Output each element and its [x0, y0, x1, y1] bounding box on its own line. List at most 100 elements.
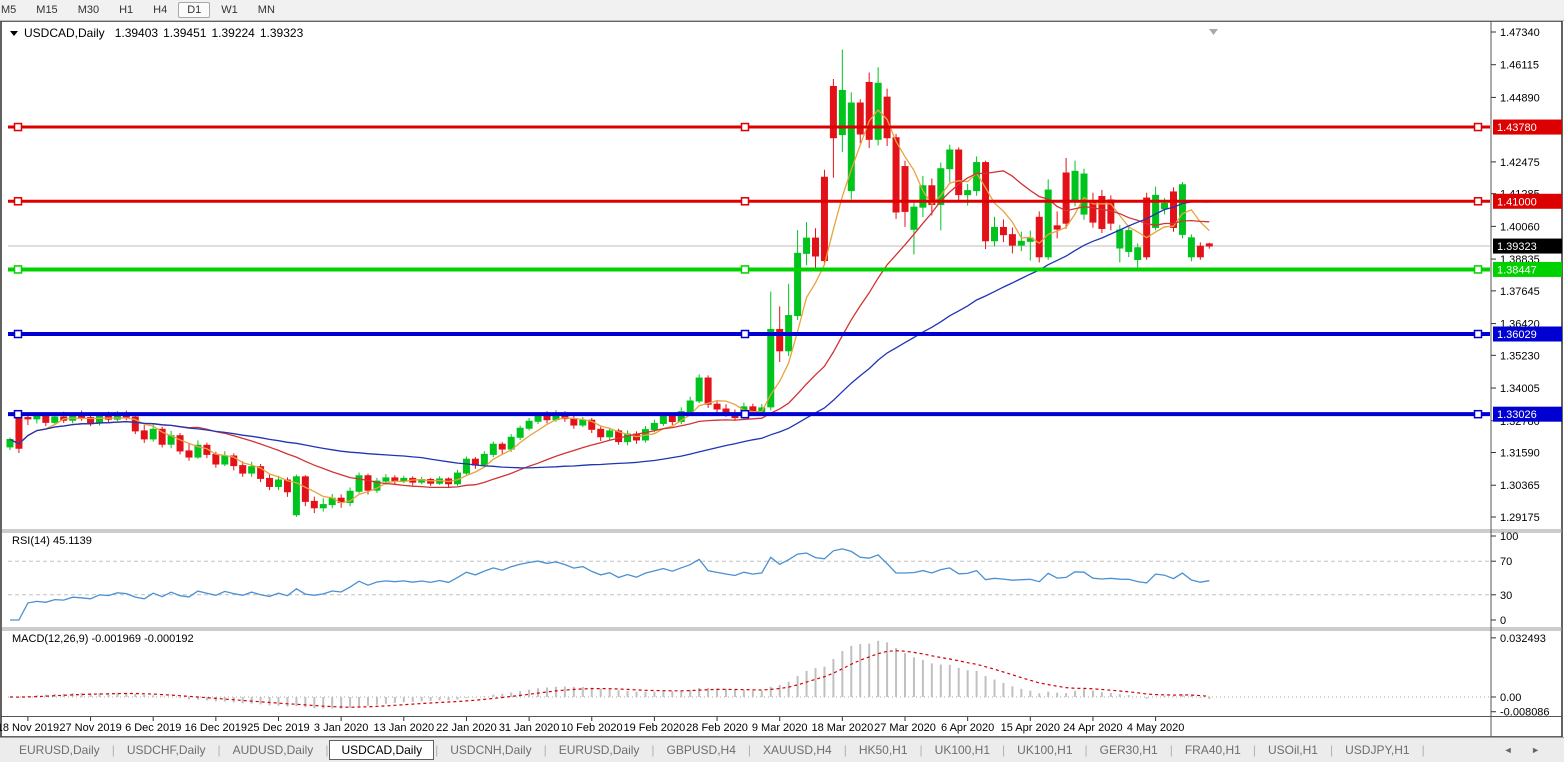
candle-body	[267, 478, 273, 486]
hline-1.38447[interactable]	[8, 266, 1490, 273]
rsi-tick-label: 30	[1500, 590, 1512, 602]
timeframe-button-w1[interactable]: W1	[212, 2, 247, 18]
low-value: 1.39224	[211, 26, 254, 40]
timeframe-button-m30[interactable]: M30	[69, 2, 108, 18]
candle-body	[992, 227, 998, 240]
chart-tab-usdcad-daily[interactable]: USDCAD,Daily	[329, 740, 434, 760]
chart-tab-eurusd-daily[interactable]: EURUSD,Daily	[8, 740, 111, 760]
chart-tab-hk50-h1[interactable]: HK50,H1	[848, 740, 919, 760]
hline-1.36029[interactable]	[8, 331, 1490, 338]
chart-tab-uk100-h1[interactable]: UK100,H1	[924, 740, 1001, 760]
candle-body	[714, 404, 720, 409]
chart-title: USDCAD,Daily 1.394031.394511.392241.3932…	[10, 26, 308, 40]
high-value: 1.39451	[163, 26, 206, 40]
line-handle	[1475, 124, 1482, 131]
price-label-text: 1.33026	[1497, 409, 1537, 421]
chart-tab-ger30-h1[interactable]: GER30,H1	[1089, 740, 1169, 760]
candle-body	[52, 417, 58, 422]
candle-body	[669, 416, 675, 421]
candle-body	[866, 82, 872, 139]
candle-body	[302, 477, 308, 502]
trading-platform-window: { "toolbar": { "periods": ["M5","M15","M…	[0, 0, 1564, 762]
hline-1.41000[interactable]	[8, 198, 1490, 205]
chart-tab-xauusd-h4[interactable]: XAUUSD,H4	[752, 740, 843, 760]
tab-divider: |	[748, 743, 751, 757]
price-tick-label: 1.31590	[1500, 448, 1540, 460]
chart-tab-usdjpy-h1[interactable]: USDJPY,H1	[1334, 740, 1420, 760]
chart-tab-uk100-h1[interactable]: UK100,H1	[1006, 740, 1083, 760]
date-tick-label: 6 Apr 2020	[941, 722, 994, 734]
hline-price-label: 1.38447	[1493, 262, 1562, 277]
date-tick-label: 18 Nov 2019	[0, 722, 59, 734]
tab-scroll-arrows[interactable]: ◄ ►	[1504, 745, 1548, 755]
chart-tab-eurusd-daily[interactable]: EURUSD,Daily	[548, 740, 651, 760]
price-tick-label: 1.42475	[1500, 157, 1540, 169]
price-tick-label: 1.37645	[1500, 286, 1540, 298]
line-handle	[15, 411, 22, 418]
candle-body	[1063, 173, 1069, 223]
candle-body	[1206, 244, 1212, 246]
line-handle	[1475, 266, 1482, 273]
candle-body	[920, 186, 926, 207]
candle-body	[1054, 226, 1060, 229]
date-tick-label: 22 Jan 2020	[436, 722, 497, 734]
tab-divider: |	[1330, 743, 1333, 757]
candle-body	[481, 454, 487, 465]
date-tick-label: 13 Jan 2020	[374, 722, 435, 734]
timeframe-button-m15[interactable]: M15	[27, 2, 66, 18]
hline-1.33026[interactable]	[8, 411, 1490, 418]
chart-canvas[interactable]: 1.473401.461151.448901.424751.412851.400…	[0, 0, 1564, 762]
rsi-tick-label: 70	[1500, 556, 1512, 568]
tab-divider: |	[1170, 743, 1173, 757]
chart-tab-audusd-daily[interactable]: AUDUSD,Daily	[222, 740, 325, 760]
hline-1.43780[interactable]	[8, 124, 1490, 131]
ma-fast-line	[10, 110, 1209, 503]
candle-body	[598, 429, 604, 436]
candle-body	[813, 238, 819, 256]
candle-body	[383, 478, 389, 481]
chart-tab-usoil-h1[interactable]: USOil,H1	[1257, 740, 1329, 760]
price-label-text: 1.41000	[1497, 196, 1537, 208]
candle-body	[660, 416, 666, 423]
line-handle	[1475, 331, 1482, 338]
candle-body	[1144, 198, 1150, 257]
chart-tab-usdchf-daily[interactable]: USDCHF,Daily	[116, 740, 217, 760]
chart-tab-gbpusd-h4[interactable]: GBPUSD,H4	[656, 740, 747, 760]
chart-tab-fra40-h1[interactable]: FRA40,H1	[1174, 740, 1252, 760]
date-axis: 18 Nov 201927 Nov 20196 Dec 201916 Dec 2…	[0, 717, 1184, 734]
candle-body	[186, 451, 192, 457]
candle-body	[911, 207, 917, 229]
rsi-tick-label: 0	[1500, 615, 1506, 627]
timeframe-button-mn[interactable]: MN	[249, 2, 284, 18]
candle-body	[1009, 235, 1015, 245]
timeframe-button-m5[interactable]: M5	[0, 2, 25, 18]
date-tick-label: 3 Jan 2020	[314, 722, 368, 734]
candle-body	[222, 456, 228, 464]
candle-body	[240, 466, 246, 473]
candle-body	[1197, 246, 1203, 257]
price-label-text: 1.43780	[1497, 122, 1537, 134]
hline-price-label: 1.41000	[1493, 194, 1562, 209]
timeframe-button-h1[interactable]: H1	[110, 2, 142, 18]
candle-body	[1179, 185, 1185, 235]
rsi-indicator-label: RSI(14) 45.1139	[12, 535, 92, 547]
macd-pane: 0.0324930.00-0.008086	[8, 633, 1550, 719]
candle-body	[687, 401, 693, 412]
rsi-tick-label: 100	[1500, 531, 1518, 543]
chart-tab-usdcnh-daily[interactable]: USDCNH,Daily	[439, 740, 542, 760]
candle-body	[1090, 202, 1096, 222]
candle-body	[392, 478, 398, 481]
line-handle	[15, 331, 22, 338]
timeframe-button-h4[interactable]: H4	[144, 2, 176, 18]
line-handle	[742, 198, 749, 205]
chart-menu-icon[interactable]	[10, 31, 18, 36]
price-tick-label: 1.40060	[1500, 221, 1540, 233]
tab-divider: |	[544, 743, 547, 757]
macd-indicator-label: MACD(12,26,9) -0.001969 -0.000192	[12, 633, 194, 645]
candle-body	[365, 476, 371, 490]
candle-body	[965, 191, 971, 195]
candle-body	[651, 423, 657, 429]
date-tick-label: 28 Feb 2020	[686, 722, 748, 734]
timeframe-button-d1[interactable]: D1	[178, 2, 210, 18]
price-label-text: 1.38447	[1497, 264, 1537, 276]
